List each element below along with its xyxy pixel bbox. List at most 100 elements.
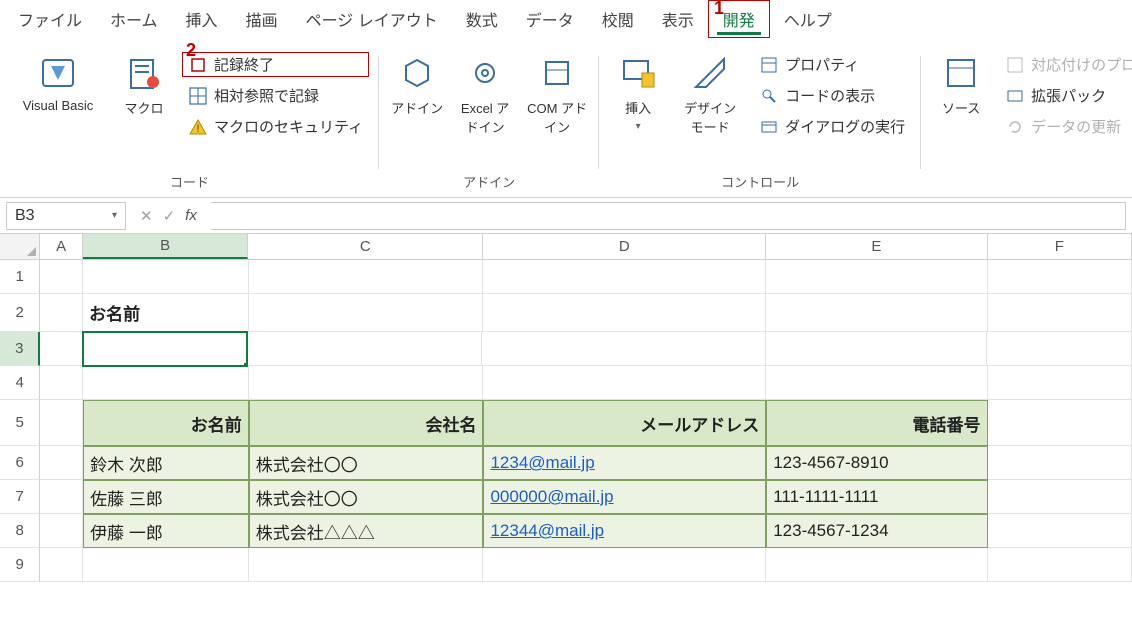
cell-B6[interactable]: 鈴木 次郎	[83, 446, 249, 480]
col-header-F[interactable]: F	[988, 234, 1132, 259]
cell-C6[interactable]: 株式会社〇〇	[249, 446, 484, 480]
cell-E4[interactable]	[766, 366, 987, 400]
cell-C5[interactable]: 会社名	[249, 400, 484, 446]
cell-B2[interactable]: お名前	[83, 294, 249, 332]
expansion-button[interactable]: 拡張パック	[999, 83, 1132, 108]
cell-A2[interactable]	[40, 294, 83, 332]
menu-insert[interactable]: 挿入	[172, 1, 232, 37]
cell-D4[interactable]	[483, 366, 766, 400]
insert-control-button[interactable]: 挿入 ▾	[609, 48, 667, 136]
com-addin-button[interactable]: COM アドイン	[525, 48, 589, 140]
cell-E5[interactable]: 電話番号	[766, 400, 987, 446]
cell-D7[interactable]: 000000@mail.jp	[483, 480, 766, 514]
cell-D1[interactable]	[483, 260, 766, 294]
name-box[interactable]: B3 ▾	[6, 202, 126, 230]
menu-help[interactable]: ヘルプ	[770, 1, 846, 37]
cell-B4[interactable]	[83, 366, 249, 400]
cell-E3[interactable]	[766, 332, 988, 366]
fx-icon[interactable]: fx	[185, 207, 197, 224]
col-header-C[interactable]: C	[248, 234, 483, 259]
cell-F1[interactable]	[988, 260, 1132, 294]
cell-C2[interactable]	[249, 294, 484, 332]
row-header-2[interactable]: 2	[0, 294, 40, 332]
cell-A8[interactable]	[40, 514, 83, 548]
col-header-E[interactable]: E	[766, 234, 987, 259]
formula-input[interactable]	[211, 202, 1126, 230]
cell-C7[interactable]: 株式会社〇〇	[249, 480, 484, 514]
cell-F5[interactable]	[988, 400, 1132, 446]
cell-B8[interactable]: 伊藤 一郎	[83, 514, 249, 548]
row-header-1[interactable]: 1	[0, 260, 40, 294]
cell-C4[interactable]	[249, 366, 484, 400]
cell-F3[interactable]	[987, 332, 1132, 366]
cell-E9[interactable]	[766, 548, 987, 582]
cell-C9[interactable]	[249, 548, 484, 582]
cell-E1[interactable]	[766, 260, 987, 294]
cell-A5[interactable]	[40, 400, 83, 446]
cell-D3[interactable]	[482, 332, 765, 366]
cell-A4[interactable]	[40, 366, 83, 400]
cell-F7[interactable]	[988, 480, 1132, 514]
view-code-button[interactable]: コードの表示	[753, 83, 911, 108]
name-box-dropdown-icon[interactable]: ▾	[112, 210, 117, 221]
row-header-7[interactable]: 7	[0, 480, 40, 514]
excel-addin-button[interactable]: Excel アドイン	[453, 48, 517, 140]
cell-E7[interactable]: 111-1111-1111	[766, 480, 987, 514]
cell-A6[interactable]	[40, 446, 83, 480]
cell-B9[interactable]	[83, 548, 249, 582]
cell-A1[interactable]	[40, 260, 83, 294]
menu-formulas[interactable]: 数式	[452, 1, 512, 37]
formula-cancel-icon[interactable]: ✕	[140, 207, 153, 225]
macro-button[interactable]: マクロ	[114, 48, 174, 121]
cell-D6[interactable]: 1234@mail.jp	[483, 446, 766, 480]
cell-F9[interactable]	[988, 548, 1132, 582]
menu-page-layout[interactable]: ページ レイアウト	[292, 1, 452, 37]
row-header-5[interactable]: 5	[0, 400, 40, 446]
row-header-9[interactable]: 9	[0, 548, 40, 582]
cell-B1[interactable]	[83, 260, 249, 294]
menu-file[interactable]: ファイル	[4, 1, 96, 37]
cell-E2[interactable]	[766, 294, 987, 332]
col-header-B[interactable]: B	[83, 234, 249, 259]
cell-B7[interactable]: 佐藤 三郎	[83, 480, 249, 514]
cell-D5[interactable]: メールアドレス	[483, 400, 766, 446]
row-header-6[interactable]: 6	[0, 446, 40, 480]
menu-review[interactable]: 校閲	[588, 1, 648, 37]
row-header-3[interactable]: 3	[0, 332, 40, 366]
properties-button[interactable]: プロパティ	[753, 52, 911, 77]
col-header-A[interactable]: A	[40, 234, 82, 259]
visual-basic-button[interactable]: Visual Basic	[10, 48, 106, 117]
row-header-4[interactable]: 4	[0, 366, 40, 400]
relative-reference-button[interactable]: 相対参照で記録	[182, 83, 369, 108]
design-mode-button[interactable]: デザイン モード	[675, 48, 745, 140]
cell-D9[interactable]	[483, 548, 766, 582]
cell-E8[interactable]: 123-4567-1234	[766, 514, 987, 548]
cell-B5[interactable]: お名前	[83, 400, 249, 446]
row-header-8[interactable]: 8	[0, 514, 40, 548]
menu-draw[interactable]: 描画	[232, 1, 292, 37]
menu-data[interactable]: データ	[512, 1, 588, 37]
source-button[interactable]: ソース	[931, 48, 991, 121]
addin-button[interactable]: アドイン	[389, 48, 445, 121]
select-all-corner[interactable]	[0, 234, 40, 259]
cell-F2[interactable]	[988, 294, 1132, 332]
menu-view[interactable]: 表示	[648, 1, 708, 37]
cell-E6[interactable]: 123-4567-8910	[766, 446, 987, 480]
cell-F6[interactable]	[988, 446, 1132, 480]
cell-A9[interactable]	[40, 548, 83, 582]
col-header-D[interactable]: D	[483, 234, 766, 259]
cell-F8[interactable]	[988, 514, 1132, 548]
cell-C8[interactable]: 株式会社△△△	[249, 514, 484, 548]
menu-home[interactable]: ホーム	[96, 1, 172, 37]
cell-C3[interactable]	[247, 332, 482, 366]
run-dialog-button[interactable]: ダイアログの実行	[753, 114, 911, 139]
cell-A7[interactable]	[40, 480, 83, 514]
cell-F4[interactable]	[988, 366, 1132, 400]
formula-accept-icon[interactable]: ✓	[163, 207, 176, 225]
stop-recording-button[interactable]: 記録終了	[182, 52, 369, 77]
cell-A3[interactable]	[40, 332, 83, 366]
cell-B3[interactable]	[82, 331, 248, 367]
cell-C1[interactable]	[249, 260, 484, 294]
cell-D2[interactable]	[483, 294, 766, 332]
cell-D8[interactable]: 12344@mail.jp	[483, 514, 766, 548]
